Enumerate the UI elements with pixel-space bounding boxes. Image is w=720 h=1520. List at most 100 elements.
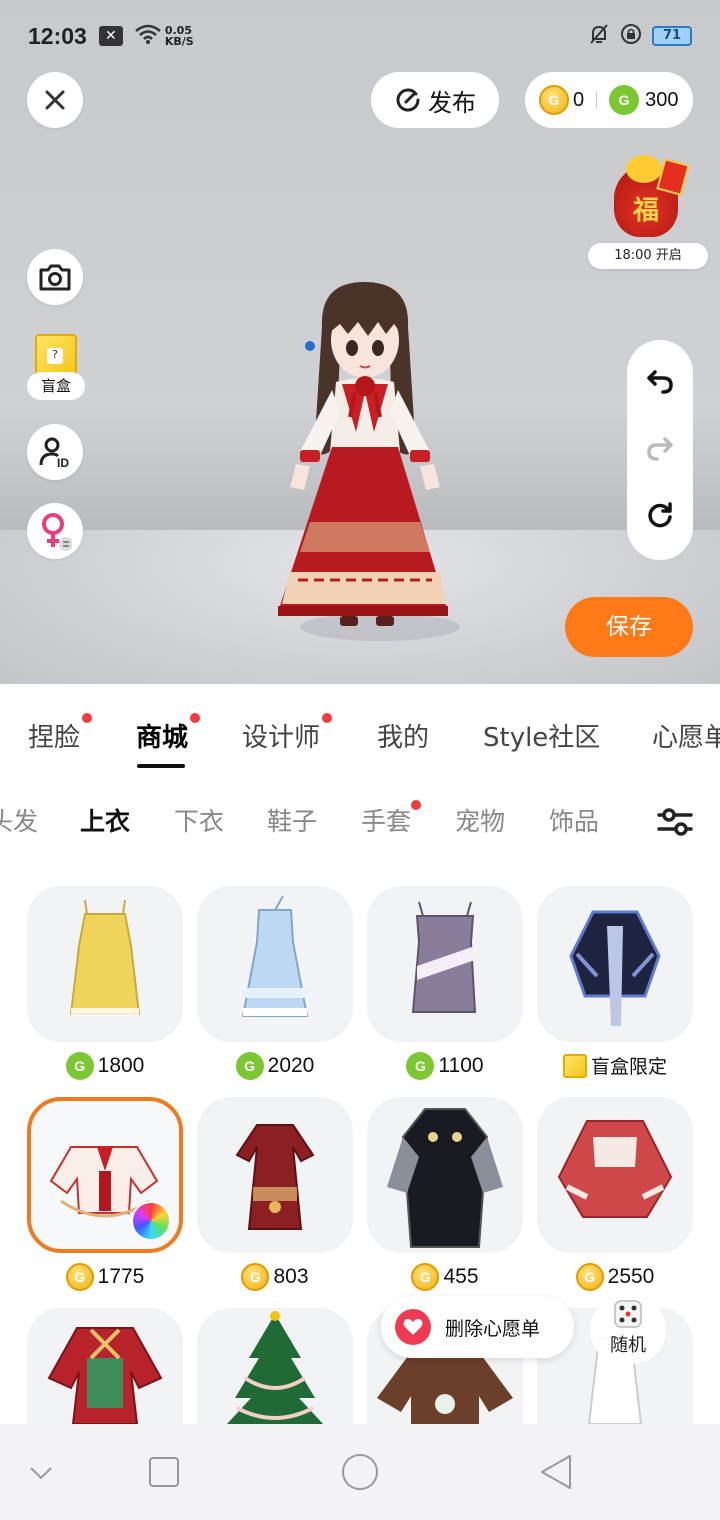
currency-balance[interactable]: 0 300 xyxy=(525,72,693,128)
color-palette-icon[interactable] xyxy=(131,1201,171,1241)
camera-icon xyxy=(39,264,71,291)
random-label: 随机 xyxy=(610,1335,646,1356)
female-symbol-icon xyxy=(42,513,72,551)
gold-coin-count: 0 xyxy=(573,88,585,111)
item-price: 455 xyxy=(367,1263,523,1291)
notification-dot xyxy=(411,800,422,810)
net-speed-unit: KB/S xyxy=(164,35,194,48)
item-price: 盲盒限定 xyxy=(537,1052,693,1079)
item-price: 2550 xyxy=(537,1263,693,1291)
item-card[interactable]: 2020 xyxy=(197,886,353,1080)
tab-shop[interactable]: 商城 xyxy=(136,713,201,754)
category-pets-label: 宠物 xyxy=(455,807,506,836)
notification-dot xyxy=(82,713,93,723)
gold-coin-icon xyxy=(539,85,569,115)
status-bar: 12:03 ✕ 0.05 KB/S 71 xyxy=(0,0,720,72)
item-price-value: 2550 xyxy=(607,1265,655,1288)
category-accessories[interactable]: 饰品 xyxy=(549,802,599,838)
item-price-value: 1100 xyxy=(438,1054,484,1077)
camera-button[interactable] xyxy=(27,249,83,305)
category-bottoms-label: 下衣 xyxy=(174,807,225,836)
dice-icon xyxy=(614,1300,642,1328)
item-card[interactable]: 455 xyxy=(367,1097,523,1291)
item-price-value: 盲盒限定 xyxy=(590,1056,667,1078)
green-coin-count: 300 xyxy=(645,88,679,111)
item-card[interactable] xyxy=(197,1308,353,1424)
triangle-back-icon xyxy=(541,1455,571,1489)
item-price: 803 xyxy=(197,1263,353,1291)
undo-button[interactable] xyxy=(645,366,675,400)
category-shoes[interactable]: 鞋子 xyxy=(267,802,317,838)
filter-button[interactable] xyxy=(655,802,695,842)
blind-box-label: 盲盒 xyxy=(27,372,85,400)
item-card[interactable]: 1100 xyxy=(367,886,523,1080)
publish-icon xyxy=(396,88,420,112)
random-button[interactable]: 随机 xyxy=(590,1296,666,1364)
notification-dot xyxy=(322,713,333,723)
tab-mine[interactable]: 我的 xyxy=(377,717,429,754)
item-card[interactable] xyxy=(27,1308,183,1424)
category-hair[interactable]: 头发 xyxy=(0,802,38,838)
item-card[interactable]: 803 xyxy=(197,1097,353,1291)
tab-face-label: 捏脸 xyxy=(28,723,81,753)
item-card[interactable]: 2550 xyxy=(537,1097,693,1291)
gender-switch-button[interactable] xyxy=(27,503,83,559)
blind-box-icon xyxy=(562,1053,587,1078)
notification-dot xyxy=(190,713,201,723)
category-bottoms[interactable]: 下衣 xyxy=(174,802,224,838)
publish-button[interactable]: 发布 xyxy=(371,72,499,128)
tab-style-community[interactable]: Style社区 xyxy=(483,717,600,754)
gold-coin-icon xyxy=(411,1263,440,1291)
category-hair-label: 头发 xyxy=(0,807,38,836)
gold-coin-icon xyxy=(65,1263,94,1291)
blind-box-button[interactable]: ? 盲盒 xyxy=(27,330,85,402)
item-card-selected[interactable]: 1775 xyxy=(27,1097,183,1291)
item-card[interactable]: 1800 xyxy=(27,886,183,1080)
nav-down-button[interactable] xyxy=(28,1454,54,1494)
chevron-down-icon xyxy=(30,1467,52,1480)
system-navigation-bar xyxy=(0,1424,720,1520)
avatar-stage[interactable]: 12:03 ✕ 0.05 KB/S 71 发布 0 30 xyxy=(0,0,720,684)
gold-coin-icon xyxy=(241,1263,270,1291)
tab-designer-label: 设计师 xyxy=(242,723,321,753)
item-price-value: 455 xyxy=(443,1265,479,1288)
item-thumbnail xyxy=(197,1308,353,1424)
history-controls xyxy=(627,340,693,560)
tab-face[interactable]: 捏脸 xyxy=(28,713,93,754)
circle-icon xyxy=(342,1454,378,1490)
chick-mascot-icon xyxy=(626,155,662,183)
nav-recents-button[interactable] xyxy=(148,1454,180,1494)
reset-button[interactable] xyxy=(645,500,675,534)
redo-icon xyxy=(647,437,673,461)
remove-from-wishlist-button[interactable]: 删除心愿单 xyxy=(381,1296,574,1358)
item-thumbnail xyxy=(197,886,353,1042)
tab-wishlist[interactable]: 心愿单 xyxy=(652,717,720,754)
close-icon xyxy=(45,90,65,110)
avatar-character[interactable] xyxy=(270,282,460,642)
item-thumbnail xyxy=(27,1097,183,1253)
item-price-value: 1800 xyxy=(97,1054,145,1077)
profile-id-button[interactable]: ID xyxy=(27,424,83,480)
category-tops[interactable]: 上衣 xyxy=(80,802,130,838)
square-icon xyxy=(149,1457,179,1487)
item-thumbnail xyxy=(27,1308,183,1424)
category-gloves[interactable]: 手套 xyxy=(361,800,422,838)
main-tab-bar: 捏脸 商城 设计师 我的 Style社区 心愿单 xyxy=(0,684,720,784)
close-button[interactable] xyxy=(27,72,83,128)
net-speed: 0.05 KB/S xyxy=(165,25,194,47)
category-pets[interactable]: 宠物 xyxy=(455,802,505,838)
save-button[interactable]: 保存 xyxy=(565,597,693,657)
notification-x-icon: ✕ xyxy=(98,26,123,46)
item-thumbnail xyxy=(27,886,183,1042)
green-coin-icon xyxy=(65,1052,94,1080)
nav-back-button[interactable] xyxy=(538,1454,574,1498)
sliders-icon xyxy=(657,808,693,836)
heart-icon xyxy=(395,1309,431,1345)
nav-home-button[interactable] xyxy=(340,1454,380,1498)
tab-designer[interactable]: 设计师 xyxy=(242,713,333,754)
item-card[interactable]: 盲盒限定 xyxy=(537,886,693,1078)
redo-button[interactable] xyxy=(645,433,675,467)
fortune-bag-event[interactable]: 福 18:00 开启 xyxy=(588,155,708,270)
svg-text:ID: ID xyxy=(57,456,69,469)
category-tops-label: 上衣 xyxy=(80,807,131,836)
